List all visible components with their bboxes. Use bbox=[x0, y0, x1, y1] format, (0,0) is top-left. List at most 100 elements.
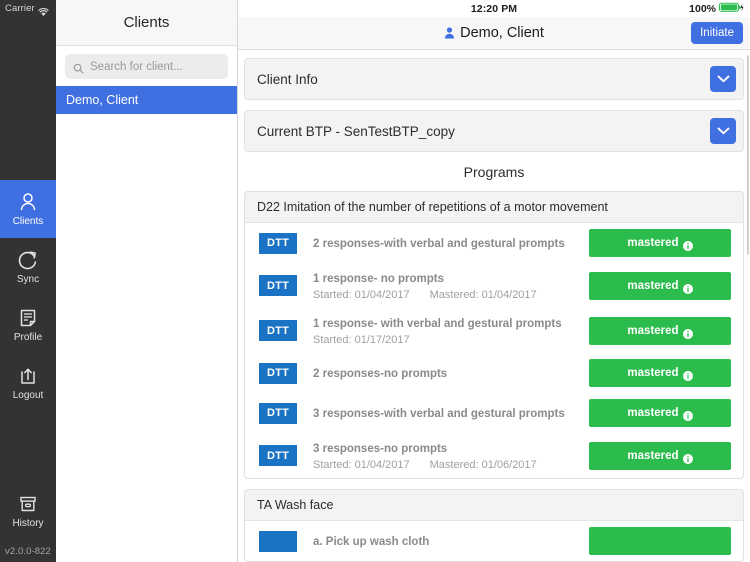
program-row-details: a. Pick up wash cloth bbox=[297, 532, 589, 550]
status-badge[interactable]: mastered bbox=[589, 399, 731, 428]
export-box-icon bbox=[17, 365, 39, 387]
sidebar-item-logout[interactable]: Logout bbox=[0, 354, 56, 412]
program-dates: Started: 01/17/2017 bbox=[313, 333, 579, 347]
battery-full-charging-icon bbox=[719, 0, 744, 18]
initiate-button[interactable]: Initiate bbox=[691, 22, 743, 45]
status-badge[interactable] bbox=[589, 527, 731, 556]
sidebar-item-label: Sync bbox=[16, 274, 40, 285]
document-icon bbox=[17, 307, 39, 329]
table-row[interactable]: a. Pick up wash cloth bbox=[245, 521, 743, 561]
refresh-icon bbox=[17, 249, 39, 271]
info-icon[interactable] bbox=[682, 326, 693, 339]
scrollbar[interactable] bbox=[746, 55, 749, 255]
program-card-title: D22 Imitation of the number of repetitio… bbox=[245, 192, 743, 224]
rail-carrier-status: Carrier bbox=[0, 0, 56, 16]
program-row-details: 2 responses-with verbal and gestural pro… bbox=[297, 234, 589, 252]
search-input[interactable] bbox=[90, 60, 220, 73]
sidebar-item-profile[interactable]: Profile bbox=[0, 296, 56, 354]
status-label: mastered bbox=[627, 449, 679, 462]
battery-percent-label: 100% bbox=[689, 2, 716, 15]
sidebar-item-label: History bbox=[12, 518, 44, 529]
mastered-date: Mastered: 01/06/2017 bbox=[429, 459, 537, 472]
search-icon bbox=[73, 61, 84, 74]
program-row-details: 3 responses-with verbal and gestural pro… bbox=[297, 404, 589, 422]
info-icon[interactable] bbox=[682, 368, 693, 382]
program-row-details: 1 response- no prompts Started: 01/04/20… bbox=[297, 269, 589, 302]
sidebar-item-label: Profile bbox=[13, 332, 43, 343]
status-label: mastered bbox=[627, 237, 679, 250]
table-row[interactable]: DTT 1 response- with verbal and gestural… bbox=[245, 308, 743, 353]
program-name: 1 response- no prompts bbox=[313, 273, 444, 286]
accordion-current-btp[interactable]: Current BTP - SenTestBTP_copy bbox=[244, 110, 744, 153]
status-badge[interactable]: mastered bbox=[589, 316, 731, 345]
info-icon[interactable] bbox=[682, 281, 693, 294]
program-name: 2 responses-with verbal and gestural pro… bbox=[313, 238, 565, 251]
clients-pane-header: Clients bbox=[56, 0, 237, 46]
programs-heading: Programs bbox=[463, 164, 525, 181]
started-date: Started: 01/04/2017 bbox=[313, 289, 410, 302]
sidebar-item-sync[interactable]: Sync bbox=[0, 238, 56, 296]
sidebar-item-label: Clients bbox=[12, 216, 44, 227]
app-version-label: v2.0.0-822 bbox=[5, 545, 51, 557]
table-row[interactable]: DTT 1 response- no prompts Started: 01/0… bbox=[245, 263, 743, 308]
program-card-title: TA Wash face bbox=[245, 490, 743, 522]
info-icon[interactable] bbox=[682, 451, 693, 464]
person-icon bbox=[17, 191, 39, 213]
program-type-badge: DTT bbox=[259, 275, 297, 297]
program-type-badge: DTT bbox=[259, 232, 297, 254]
program-name: 1 response- with verbal and gestural pro… bbox=[313, 318, 562, 331]
sidebar-item-label: Logout bbox=[12, 390, 44, 401]
clients-pane: Clients Demo, Client bbox=[56, 0, 238, 562]
status-label: mastered bbox=[627, 367, 679, 380]
program-dates: Started: 01/04/2017 Mastered: 01/06/2017 bbox=[313, 458, 579, 472]
page-title: Clients bbox=[123, 14, 170, 31]
search-container bbox=[56, 46, 237, 86]
content-scroll-area[interactable]: Client Info Current BTP - SenTestBTP_cop… bbox=[238, 50, 750, 562]
table-row[interactable]: DTT 2 responses-with verbal and gestural… bbox=[245, 223, 743, 263]
program-row-details: 1 response- with verbal and gestural pro… bbox=[297, 314, 589, 347]
table-row[interactable]: DTT 3 responses-with verbal and gestural… bbox=[245, 393, 743, 433]
status-label: mastered bbox=[627, 279, 679, 292]
battery-status: 100% bbox=[689, 0, 744, 18]
nav-title: Demo, Client bbox=[238, 25, 750, 41]
program-name: 2 responses-no prompts bbox=[313, 368, 448, 381]
nav-title-text: Demo, Client bbox=[460, 25, 544, 42]
app-root: Carrier Clients Sync Profile Logout Hist… bbox=[0, 0, 750, 562]
accordion-title: Current BTP - SenTestBTP_copy bbox=[257, 123, 455, 139]
sidebar-item-history[interactable]: History bbox=[0, 482, 56, 540]
info-icon[interactable] bbox=[682, 408, 693, 422]
started-date: Started: 01/04/2017 bbox=[313, 459, 410, 472]
started-date: Started: 01/17/2017 bbox=[313, 334, 410, 347]
chevron-down-icon[interactable] bbox=[710, 118, 736, 145]
status-label: mastered bbox=[627, 324, 679, 337]
status-label: mastered bbox=[627, 407, 679, 420]
list-item[interactable]: Demo, Client bbox=[56, 86, 237, 114]
status-badge[interactable]: mastered bbox=[589, 229, 731, 258]
chevron-down-icon[interactable] bbox=[710, 66, 736, 93]
status-badge[interactable]: mastered bbox=[589, 441, 731, 470]
program-card: D22 Imitation of the number of repetitio… bbox=[244, 191, 744, 480]
nav-bar: Demo, Client Initiate bbox=[238, 17, 750, 51]
program-row-details: 3 responses-no prompts Started: 01/04/20… bbox=[297, 439, 589, 472]
table-row[interactable]: DTT 3 responses-no prompts Started: 01/0… bbox=[245, 433, 743, 478]
rail-top-spacer bbox=[0, 16, 56, 180]
archive-box-icon bbox=[17, 493, 39, 515]
rail-flex-spacer bbox=[0, 412, 56, 482]
program-row-details: 2 responses-no prompts bbox=[297, 364, 589, 382]
search-box[interactable] bbox=[65, 54, 228, 79]
wifi-icon bbox=[37, 4, 49, 16]
program-type-badge: DTT bbox=[259, 320, 297, 342]
program-type-badge: DTT bbox=[259, 362, 297, 384]
mastered-date: Mastered: 01/04/2017 bbox=[429, 289, 537, 302]
program-dates: Started: 01/04/2017 Mastered: 01/04/2017 bbox=[313, 288, 579, 302]
sidebar-item-clients[interactable]: Clients bbox=[0, 180, 56, 238]
status-badge[interactable]: mastered bbox=[589, 271, 731, 300]
left-nav-rail: Carrier Clients Sync Profile Logout Hist… bbox=[0, 0, 56, 562]
program-card: TA Wash face a. Pick up wash cloth bbox=[244, 489, 744, 562]
info-icon[interactable] bbox=[682, 238, 693, 252]
table-row[interactable]: DTT 2 responses-no prompts mastered bbox=[245, 353, 743, 393]
accordion-title: Client Info bbox=[257, 71, 318, 87]
accordion-client-info[interactable]: Client Info bbox=[244, 58, 744, 101]
status-badge[interactable]: mastered bbox=[589, 359, 731, 388]
carrier-label: Carrier bbox=[5, 2, 35, 14]
